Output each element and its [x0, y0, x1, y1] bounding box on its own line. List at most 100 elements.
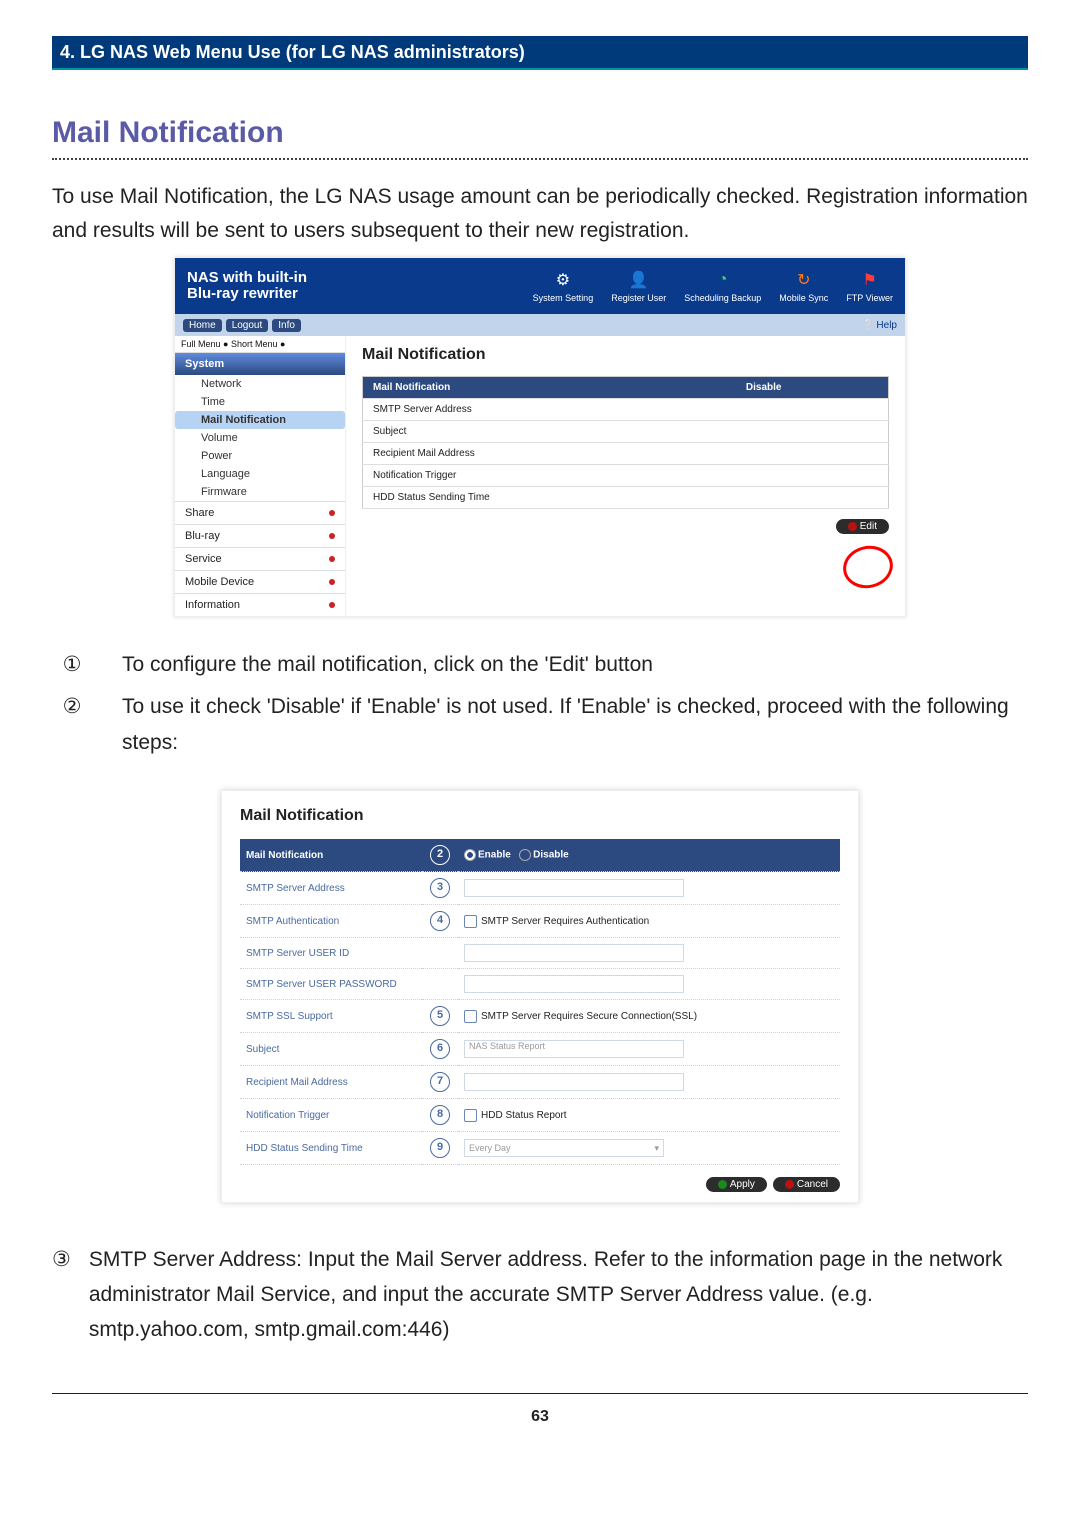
form-label: SMTP Authentication — [240, 905, 422, 938]
apply-button[interactable]: Apply — [706, 1177, 767, 1192]
callout-marker: 8 — [430, 1105, 450, 1125]
notification-trigger-checkbox[interactable] — [464, 1109, 477, 1122]
callout-marker: 3 — [430, 878, 450, 898]
nav-scheduling-backup[interactable]: ◔Scheduling Backup — [684, 269, 761, 303]
dot-icon — [718, 1180, 727, 1189]
app-header: NAS with built-in Blu-ray rewriter ⚙Syst… — [175, 258, 905, 314]
form-label: SMTP Server USER PASSWORD — [240, 969, 422, 1000]
recipient-mail-address-input[interactable] — [464, 1073, 684, 1091]
dot-icon — [785, 1180, 794, 1189]
sidebar-item-volume[interactable]: Volume — [175, 429, 345, 447]
screenshot-mail-notification-view: NAS with built-in Blu-ray rewriter ⚙Syst… — [174, 257, 906, 617]
dot-icon — [329, 510, 335, 516]
sidebar-item-network[interactable]: Network — [175, 375, 345, 393]
panel-title: Mail Notification — [240, 807, 840, 825]
smtp-user-password-input[interactable] — [464, 975, 684, 993]
nav-system-setting[interactable]: ⚙System Setting — [533, 269, 594, 303]
table-row: Subject — [363, 421, 736, 443]
form-label: HDD Status Sending Time — [240, 1132, 422, 1165]
table-header-value: Disable — [736, 377, 889, 399]
edit-button[interactable]: Edit — [836, 519, 889, 534]
help-link[interactable]: ❔Help — [862, 320, 897, 331]
tab-home[interactable]: Home — [183, 319, 222, 332]
sidebar: Full Menu ● Short Menu ● System Network … — [175, 336, 346, 616]
step-number: ② — [52, 689, 92, 760]
subject-input[interactable]: NAS Status Report — [464, 1040, 684, 1058]
callout-marker: 4 — [430, 911, 450, 931]
form-label: Subject — [240, 1033, 422, 1066]
step-text: To use it check 'Disable' if 'Enable' is… — [122, 689, 1028, 760]
menu-mode-toggle[interactable]: Full Menu ● Short Menu ● — [175, 336, 345, 352]
dot-icon — [848, 522, 857, 531]
smtp-ssl-checkbox[interactable] — [464, 1010, 477, 1023]
main-panel: Mail Notification Mail NotificationDisab… — [346, 336, 905, 616]
ftp-icon: ⚑ — [859, 269, 881, 291]
sidebar-item-mail-notification[interactable]: Mail Notification — [175, 411, 345, 429]
dot-icon — [329, 602, 335, 608]
gear-icon: ⚙ — [552, 269, 574, 291]
section-title: Mail Notification — [52, 116, 1028, 160]
mail-notification-table: Mail NotificationDisable SMTP Server Add… — [362, 376, 889, 509]
instruction-item: ③ SMTP Server Address: Input the Mail Se… — [52, 1243, 1028, 1347]
sync-icon: ↻ — [793, 269, 815, 291]
lead-paragraph: To use Mail Notification, the LG NAS usa… — [52, 180, 1028, 247]
form-label: SMTP Server USER ID — [240, 938, 422, 969]
form-label: Notification Trigger — [240, 1099, 422, 1132]
sidebar-cat-system[interactable]: System — [175, 352, 345, 375]
form-header-label: Mail Notification — [240, 839, 422, 872]
hdd-status-sending-time-select[interactable]: Every Day▾ — [464, 1139, 664, 1157]
tab-bar: Home Logout Info ❔Help — [175, 314, 905, 336]
tab-info[interactable]: Info — [272, 319, 301, 332]
sidebar-item-power[interactable]: Power — [175, 447, 345, 465]
form-label: Recipient Mail Address — [240, 1066, 422, 1099]
enable-disable-radio-group[interactable]: Enable Disable — [458, 839, 840, 872]
step-number: ③ — [52, 1243, 71, 1347]
form-label: SMTP SSL Support — [240, 1000, 422, 1033]
radio-icon — [519, 849, 531, 861]
nav-register-user[interactable]: 👤Register User — [611, 269, 666, 303]
callout-marker: 2 — [430, 845, 450, 865]
step-text: SMTP Server Address: Input the Mail Serv… — [89, 1243, 1028, 1347]
clock-icon: ◔ — [712, 269, 734, 291]
chevron-down-icon: ▾ — [654, 1143, 659, 1154]
table-row: HDD Status Sending Time — [363, 487, 736, 509]
callout-marker: 5 — [430, 1006, 450, 1026]
sidebar-cat-service[interactable]: Service — [175, 547, 345, 570]
chapter-heading: 4. LG NAS Web Menu Use (for LG NAS admin… — [52, 36, 1028, 70]
sidebar-item-language[interactable]: Language — [175, 465, 345, 483]
sidebar-cat-share[interactable]: Share — [175, 501, 345, 524]
callout-marker: 7 — [430, 1072, 450, 1092]
table-row: Notification Trigger — [363, 465, 736, 487]
cancel-button[interactable]: Cancel — [773, 1177, 840, 1192]
step-text: To configure the mail notification, clic… — [122, 647, 1028, 683]
table-row: Recipient Mail Address — [363, 443, 736, 465]
sidebar-item-firmware[interactable]: Firmware — [175, 483, 345, 501]
sidebar-cat-information[interactable]: Information — [175, 593, 345, 616]
table-header-name: Mail Notification — [363, 377, 736, 399]
page-number: 63 — [52, 1408, 1028, 1426]
nav-mobile-sync[interactable]: ↻Mobile Sync — [779, 269, 828, 303]
radio-icon — [464, 849, 476, 861]
product-title-line1: NAS with built-in — [187, 269, 307, 286]
callout-marker: 6 — [430, 1039, 450, 1059]
product-title-line2: Blu-ray rewriter — [187, 285, 298, 302]
step-number: ① — [52, 647, 92, 683]
sidebar-cat-mobile-device[interactable]: Mobile Device — [175, 570, 345, 593]
callout-marker: 9 — [430, 1138, 450, 1158]
smtp-server-address-input[interactable] — [464, 879, 684, 897]
tab-logout[interactable]: Logout — [226, 319, 269, 332]
dot-icon — [329, 533, 335, 539]
dot-icon — [329, 556, 335, 562]
nav-ftp-viewer[interactable]: ⚑FTP Viewer — [846, 269, 893, 303]
user-icon: 👤 — [628, 269, 650, 291]
help-icon: ❔ — [862, 320, 874, 331]
smtp-user-id-input[interactable] — [464, 944, 684, 962]
dot-icon — [329, 579, 335, 585]
footer-rule — [52, 1393, 1028, 1394]
smtp-auth-checkbox[interactable] — [464, 915, 477, 928]
instruction-list: ① To configure the mail notification, cli… — [52, 647, 1028, 760]
form-label: SMTP Server Address — [240, 872, 422, 905]
sidebar-cat-bluray[interactable]: Blu-ray — [175, 524, 345, 547]
table-row: SMTP Server Address — [363, 399, 736, 421]
sidebar-item-time[interactable]: Time — [175, 393, 345, 411]
